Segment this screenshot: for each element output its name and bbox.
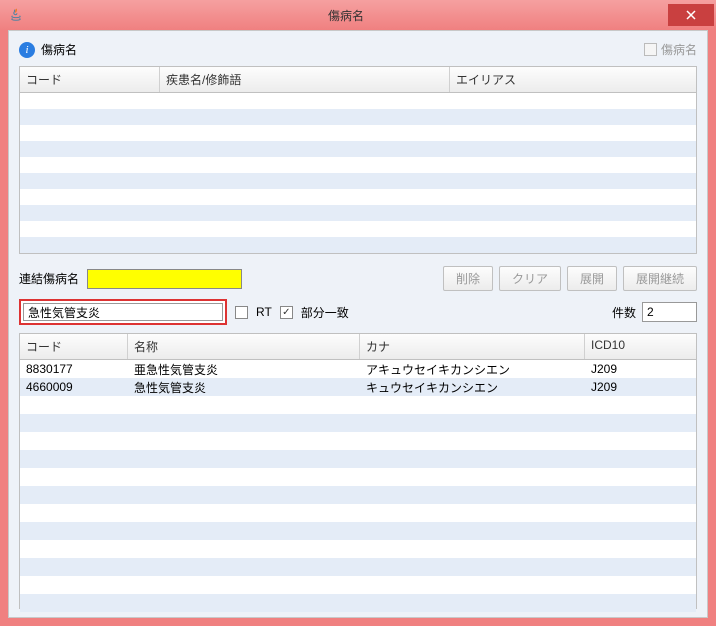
linked-row: 連結傷病名 削除 クリア 展開 展開継続 — [19, 266, 697, 291]
count-label: 件数 — [612, 304, 636, 321]
cell-name: 亜急性気管支炎 — [128, 361, 360, 378]
lower-col-kana[interactable]: カナ — [360, 334, 585, 359]
lower-table-body[interactable]: 8830177 亜急性気管支炎 アキュウセイキカンシエン J209 466000… — [20, 360, 696, 608]
cell-name: 急性気管支炎 — [128, 379, 360, 396]
cell-code: 4660009 — [20, 380, 128, 394]
cell-kana: アキュウセイキカンシエン — [360, 361, 585, 378]
upper-table-body[interactable] — [20, 93, 696, 253]
header-checkbox[interactable] — [644, 43, 657, 56]
clear-button[interactable]: クリア — [499, 266, 561, 291]
count-field[interactable] — [642, 302, 697, 322]
titlebar: 傷病名 — [0, 0, 716, 30]
search-input[interactable] — [23, 303, 223, 321]
expand-continue-button[interactable]: 展開継続 — [623, 266, 697, 291]
content-panel: i 傷病名 傷病名 コード 疾患名/修飾語 エイリアス 連結傷病名 削除 クリア… — [8, 30, 708, 618]
linked-name-field[interactable] — [87, 269, 242, 289]
java-icon — [8, 7, 24, 23]
search-box-highlight — [19, 299, 227, 325]
delete-button[interactable]: 削除 — [443, 266, 493, 291]
linked-label: 連結傷病名 — [19, 270, 79, 287]
lower-table: コード 名称 カナ ICD10 8830177 亜急性気管支炎 アキュウセイキカ… — [19, 333, 697, 609]
cell-code: 8830177 — [20, 362, 128, 376]
cell-icd10: J209 — [585, 380, 696, 394]
info-icon: i — [19, 42, 35, 58]
upper-col-code[interactable]: コード — [20, 67, 160, 92]
partial-match-label: 部分一致 — [301, 304, 349, 321]
partial-match-checkbox[interactable] — [280, 306, 293, 319]
cell-kana: キュウセイキカンシエン — [360, 379, 585, 396]
header-checkbox-label: 傷病名 — [661, 41, 697, 58]
close-button[interactable] — [668, 4, 714, 26]
panel-title: 傷病名 — [41, 41, 77, 58]
lower-col-name[interactable]: 名称 — [128, 334, 360, 359]
table-row[interactable]: 4660009 急性気管支炎 キュウセイキカンシエン J209 — [20, 378, 696, 396]
panel-header: i 傷病名 傷病名 — [19, 41, 697, 58]
upper-col-name[interactable]: 疾患名/修飾語 — [160, 67, 450, 92]
rt-label: RT — [256, 305, 272, 319]
cell-icd10: J209 — [585, 362, 696, 376]
rt-checkbox[interactable] — [235, 306, 248, 319]
upper-col-alias[interactable]: エイリアス — [450, 67, 696, 92]
lower-col-icd10[interactable]: ICD10 — [585, 334, 696, 359]
window-title: 傷病名 — [24, 7, 668, 24]
table-row[interactable]: 8830177 亜急性気管支炎 アキュウセイキカンシエン J209 — [20, 360, 696, 378]
expand-button[interactable]: 展開 — [567, 266, 617, 291]
lower-col-code[interactable]: コード — [20, 334, 128, 359]
search-row: RT 部分一致 件数 — [19, 299, 697, 325]
upper-table: コード 疾患名/修飾語 エイリアス — [19, 66, 697, 254]
